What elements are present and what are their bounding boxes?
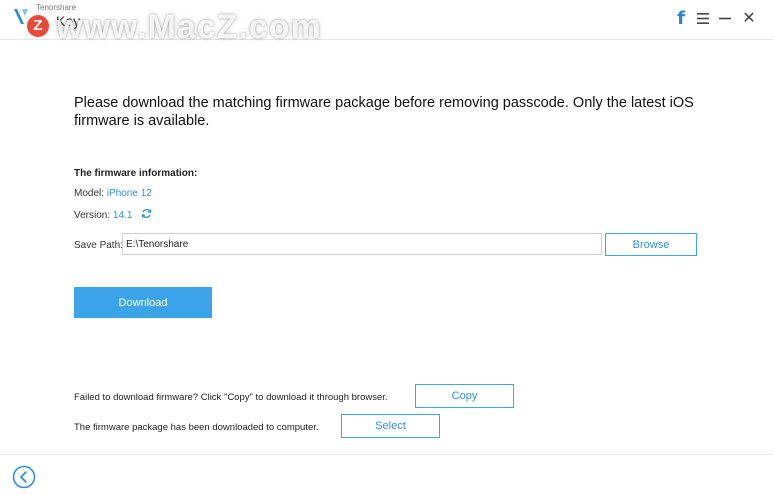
save-path-label: Save Path: [74, 240, 123, 251]
title-bar: Tenorshare Key Z www.MacZ.com f ✕ [0, 0, 773, 46]
menu-icon[interactable] [694, 8, 712, 28]
select-button[interactable]: Select [341, 414, 440, 438]
browse-button[interactable]: Browse [605, 233, 697, 256]
close-icon[interactable]: ✕ [740, 8, 758, 28]
watermark: www.MacZ.com [56, 8, 322, 46]
version-value: 14.1 [112, 210, 133, 221]
version-row: Version: 14.1 [74, 208, 152, 221]
watermark-badge: Z [27, 15, 49, 37]
footer [0, 454, 773, 494]
facebook-icon[interactable]: f [672, 8, 690, 29]
back-arrow-icon[interactable] [12, 465, 36, 489]
refresh-icon[interactable] [141, 208, 152, 219]
downloaded-text: The firmware package has been downloaded… [74, 422, 319, 433]
copy-button[interactable]: Copy [415, 384, 514, 408]
model-value: iPhone 12 [106, 188, 152, 199]
download-button[interactable]: Download [74, 287, 212, 318]
download-failed-text: Failed to download firmware? Click "Copy… [74, 392, 388, 403]
version-label: Version: [74, 210, 111, 221]
instruction-heading: Please download the matching firmware pa… [74, 95, 694, 129]
model-label: Model: [74, 188, 105, 199]
firmware-info-title: The firmware information: [74, 168, 198, 179]
model-row: Model: iPhone 12 [74, 188, 152, 199]
minimize-icon[interactable] [716, 8, 734, 28]
save-path-input[interactable] [122, 233, 602, 255]
